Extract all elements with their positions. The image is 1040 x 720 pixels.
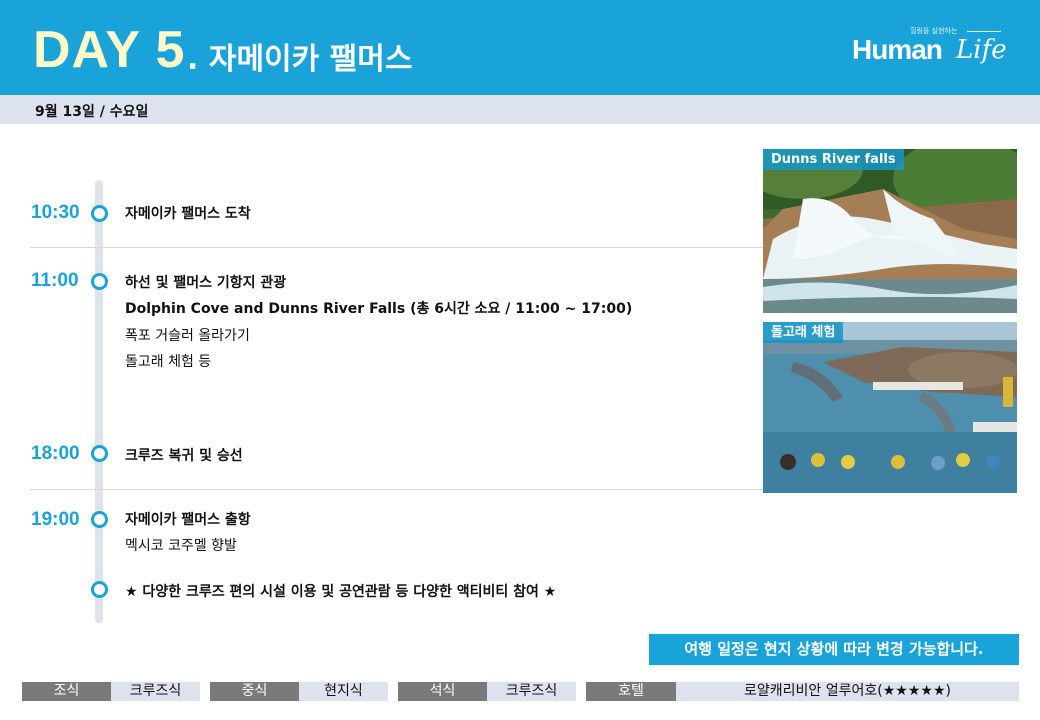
timeline-dot — [91, 205, 108, 222]
waterfall-photo: Dunns River falls — [763, 149, 1017, 313]
separator-line — [30, 489, 763, 490]
timeline-dot — [91, 581, 108, 598]
photo-caption: Dunns River falls — [763, 149, 904, 170]
separator-line — [30, 247, 763, 248]
waterfall-image — [763, 149, 1017, 313]
date-bar: 9월 13일 / 수요일 — [0, 95, 1040, 124]
schedule-item: 크루즈 복귀 및 승선 — [125, 448, 243, 464]
date-text: 9월 13일 / 수요일 — [35, 104, 149, 120]
timeline-dot — [91, 511, 108, 528]
time-1900: 19:00 — [31, 509, 80, 530]
meal-value-dinner: 크루즈식 — [487, 682, 576, 701]
dolphin-photo: 돌고래 체험 — [763, 322, 1017, 493]
meal-value-lunch: 현지식 — [299, 682, 388, 701]
day-number: DAY 5 — [33, 21, 186, 79]
meal-label-hotel: 호텔 — [586, 682, 676, 701]
brand-divider — [967, 31, 1001, 32]
schedule-notice: 여행 일정은 현지 상황에 따라 변경 가능합니다. — [649, 634, 1019, 665]
brand-script: Life — [956, 35, 1007, 65]
time-1100: 11:00 — [31, 270, 79, 291]
page-header: DAY 5 . 자메이카 팰머스 힐링을 실현하는 Human Life — [0, 0, 1040, 95]
brand-name: Human — [852, 34, 943, 65]
timeline-dot — [91, 445, 108, 462]
activity-highlight: ★ 다양한 크루즈 편의 시설 이용 및 공연관람 등 다양한 액티비티 참여 … — [125, 584, 557, 600]
schedule-item: Dolphin Cove and Dunns River Falls (총 6시… — [125, 301, 633, 317]
meal-label-dinner: 석식 — [398, 682, 487, 701]
photo-caption: 돌고래 체험 — [763, 322, 844, 343]
meal-label-breakfast: 조식 — [22, 682, 111, 701]
schedule-item: 하선 및 팰머스 기항지 관광 — [125, 275, 287, 291]
meal-value-breakfast: 크루즈식 — [111, 682, 200, 701]
time-1030: 10:30 — [31, 202, 80, 223]
meal-label-lunch: 중식 — [210, 682, 299, 701]
schedule-item: 돌고래 체험 등 — [125, 354, 212, 370]
schedule-item: 폭포 거슬러 올라가기 — [125, 328, 250, 344]
schedule-item: 자메이카 팰머스 출항 — [125, 512, 251, 528]
day-title: . 자메이카 팰머스 — [187, 42, 413, 77]
schedule-item: 자메이카 팰머스 도착 — [125, 206, 251, 222]
meal-value-hotel: 로얄캐리비안 얼루어호(★★★★★) — [676, 682, 1019, 701]
schedule-item: 멕시코 코주멜 향발 — [125, 538, 237, 554]
dolphin-image — [763, 322, 1017, 493]
timeline-dot — [91, 273, 108, 290]
brand-logo: 힐링을 실현하는 Human Life — [852, 26, 1012, 76]
time-1800: 18:00 — [31, 443, 80, 464]
